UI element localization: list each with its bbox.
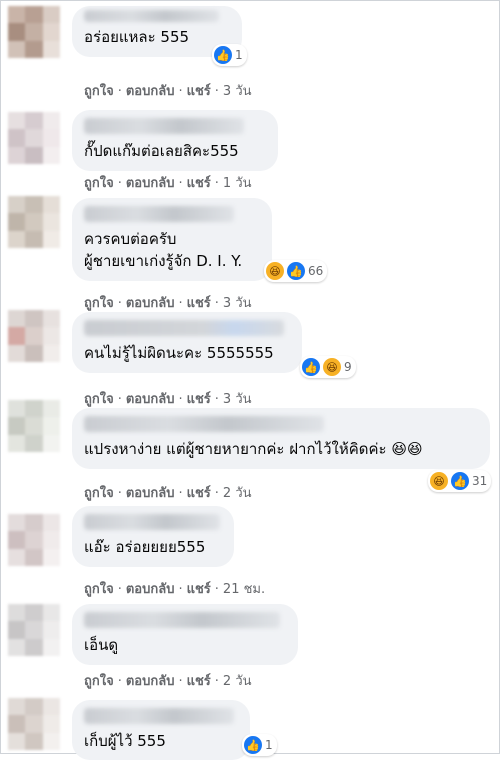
- comment-text: แอ๊ะ อร่อยยยย555: [84, 538, 206, 556]
- avatar[interactable]: [8, 196, 60, 248]
- reply-action[interactable]: ตอบกลับ: [126, 176, 175, 191]
- share-action[interactable]: แชร์: [187, 392, 211, 407]
- avatar[interactable]: [8, 698, 60, 750]
- haha-icon: 😆: [266, 262, 284, 280]
- comment-text: กั๊ปดแก๊มต่อเลยสิคะ555: [84, 142, 239, 160]
- author-name-blurred[interactable]: [84, 10, 219, 22]
- comment-bubble: แปรงหาง่าย แต่ผู้ชายหายากค่ะ ฝากไว้ให้คิ…: [72, 408, 490, 469]
- comment-text: เอ็นดู: [84, 636, 119, 654]
- comment-text: คนไม่รู้ไม่ผิดนะคะ 5555555: [84, 344, 274, 362]
- reply-action[interactable]: ตอบกลับ: [126, 392, 175, 407]
- like-action[interactable]: ถูกใจ: [84, 486, 114, 501]
- haha-icon: 😆: [323, 358, 341, 376]
- reaction-count: 1: [265, 738, 273, 752]
- author-name-blurred[interactable]: [84, 612, 280, 628]
- avatar[interactable]: [8, 400, 60, 452]
- reply-action[interactable]: ตอบกลับ: [126, 84, 175, 99]
- reaction-summary[interactable]: 😆 👍 31: [428, 470, 492, 492]
- author-name-blurred[interactable]: [84, 320, 284, 336]
- like-action[interactable]: ถูกใจ: [84, 392, 114, 407]
- reaction-summary[interactable]: 👍 😆 9: [300, 356, 356, 378]
- like-action[interactable]: ถูกใจ: [84, 84, 114, 99]
- like-action[interactable]: ถูกใจ: [84, 674, 114, 689]
- like-icon: 👍: [451, 472, 469, 490]
- reaction-count: 31: [472, 474, 488, 488]
- share-action[interactable]: แชร์: [187, 582, 211, 597]
- timestamp[interactable]: 3 วัน: [223, 392, 252, 407]
- comment-actions: ถูกใจ · ตอบกลับ · แชร์ · 3 วัน: [84, 84, 252, 99]
- comment-actions: ถูกใจ · ตอบกลับ · แชร์ · 2 วัน: [84, 674, 252, 689]
- reaction-count: 1: [235, 48, 243, 62]
- timestamp[interactable]: 3 วัน: [223, 296, 252, 311]
- comment-text: เก็บผู้ไว้ 555: [84, 732, 166, 750]
- comment-bubble: กั๊ปดแก๊มต่อเลยสิคะ555: [72, 110, 278, 171]
- comment-actions: ถูกใจ · ตอบกลับ · แชร์ · 3 วัน: [84, 296, 252, 311]
- like-icon: 👍: [302, 358, 320, 376]
- author-name-blurred[interactable]: [84, 206, 234, 222]
- comment-bubble: ควรคบต่อครับ ผู้ชายเขาเก่งรู้จัก D. I. Y…: [72, 198, 272, 281]
- comment-actions: ถูกใจ · ตอบกลับ · แชร์ · 3 วัน: [84, 392, 252, 407]
- like-icon: 👍: [244, 736, 262, 754]
- comment-bubble: คนไม่รู้ไม่ผิดนะคะ 5555555: [72, 312, 302, 373]
- comment-text: แปรงหาง่าย แต่ผู้ชายหายากค่ะ ฝากไว้ให้คิ…: [84, 440, 423, 458]
- share-action[interactable]: แชร์: [187, 84, 211, 99]
- like-action[interactable]: ถูกใจ: [84, 176, 114, 191]
- comment-text-line-1: ควรคบต่อครับ: [84, 230, 177, 248]
- avatar[interactable]: [8, 604, 60, 656]
- avatar[interactable]: [8, 310, 60, 362]
- timestamp[interactable]: 2 วัน: [223, 674, 252, 689]
- author-name-blurred[interactable]: [84, 708, 234, 724]
- reaction-summary[interactable]: 👍 1: [242, 734, 277, 756]
- avatar[interactable]: [8, 112, 60, 164]
- timestamp[interactable]: 21 ชม.: [223, 582, 265, 597]
- share-action[interactable]: แชร์: [187, 296, 211, 311]
- reaction-summary[interactable]: 😆 👍 66: [264, 260, 328, 282]
- reply-action[interactable]: ตอบกลับ: [126, 674, 175, 689]
- timestamp[interactable]: 3 วัน: [223, 84, 252, 99]
- share-action[interactable]: แชร์: [187, 674, 211, 689]
- like-action[interactable]: ถูกใจ: [84, 296, 114, 311]
- like-action[interactable]: ถูกใจ: [84, 582, 114, 597]
- avatar[interactable]: [8, 6, 60, 58]
- like-icon: 👍: [214, 46, 232, 64]
- share-action[interactable]: แชร์: [187, 486, 211, 501]
- reaction-count: 66: [308, 264, 324, 278]
- like-icon: 👍: [287, 262, 305, 280]
- timestamp[interactable]: 1 วัน: [223, 176, 252, 191]
- reaction-count: 9: [344, 360, 352, 374]
- share-action[interactable]: แชร์: [187, 176, 211, 191]
- haha-icon: 😆: [430, 472, 448, 490]
- author-name-blurred[interactable]: [84, 416, 324, 432]
- comment-bubble: แอ๊ะ อร่อยยยย555: [72, 506, 234, 567]
- comment-text: อร่อยแหละ 555: [84, 28, 190, 46]
- reply-action[interactable]: ตอบกลับ: [126, 486, 175, 501]
- reaction-summary[interactable]: 👍 1: [212, 44, 247, 66]
- comment-actions: ถูกใจ · ตอบกลับ · แชร์ · 2 วัน: [84, 486, 252, 501]
- reply-action[interactable]: ตอบกลับ: [126, 296, 175, 311]
- timestamp[interactable]: 2 วัน: [223, 486, 252, 501]
- comment-actions: ถูกใจ · ตอบกลับ · แชร์ · 1 วัน: [84, 176, 252, 191]
- comment-bubble: เอ็นดู: [72, 604, 298, 665]
- author-name-blurred[interactable]: [84, 118, 244, 134]
- comment-bubble: เก็บผู้ไว้ 555: [72, 700, 250, 760]
- comment-text-line-2: ผู้ชายเขาเก่งรู้จัก D. I. Y.: [84, 252, 243, 270]
- author-name-blurred[interactable]: [84, 514, 220, 530]
- avatar[interactable]: [8, 514, 60, 566]
- reply-action[interactable]: ตอบกลับ: [126, 582, 175, 597]
- comment-actions: ถูกใจ · ตอบกลับ · แชร์ · 21 ชม.: [84, 582, 266, 597]
